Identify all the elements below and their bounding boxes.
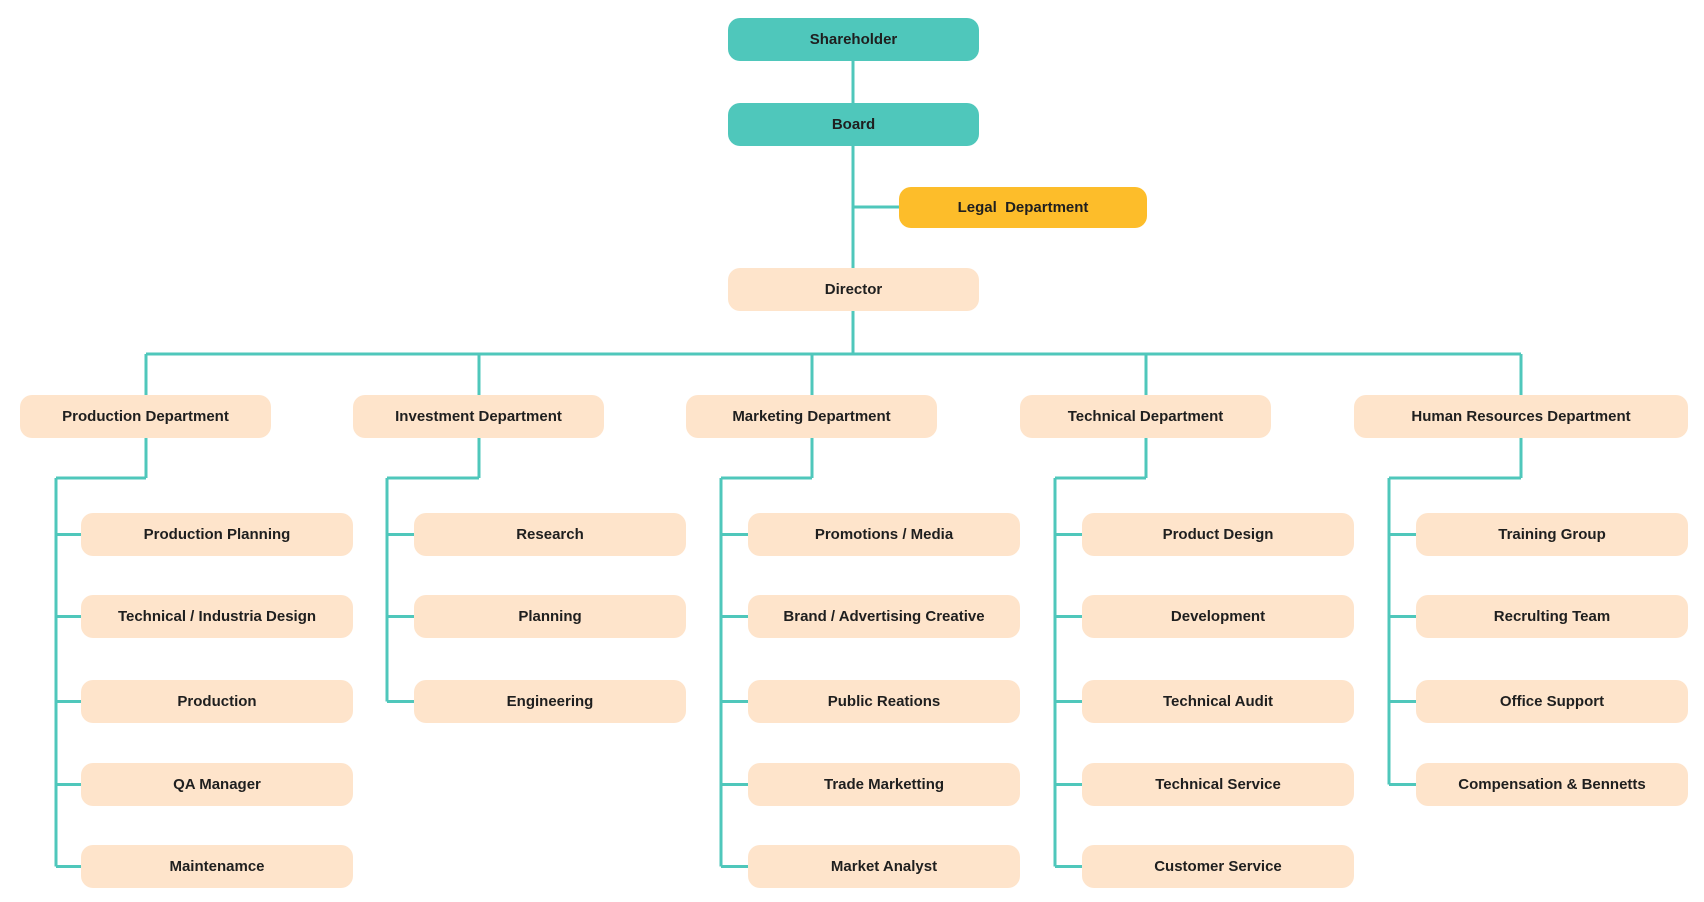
node-team[interactable]: Planning [414,595,686,638]
node-team[interactable]: Recrulting Team [1416,595,1688,638]
node-department[interactable]: Technical Department [1020,395,1271,438]
node-label: Shareholder [809,31,898,48]
node-label: Human Resources Department [1411,408,1631,425]
node-label: Office Support [1499,693,1605,710]
node-team[interactable]: Public Reations [748,680,1020,723]
node-team[interactable]: Development [1082,595,1354,638]
node-team[interactable]: Training Group [1416,513,1688,556]
node-label: Board [831,116,876,133]
node-team[interactable]: QA Manager [81,763,353,806]
node-label: Customer Service [1154,858,1282,875]
node-label: Compensation & Bennetts [1458,776,1646,793]
node-label: Brand / Advertising Creative [783,608,985,625]
node-team[interactable]: Production [81,680,353,723]
node-label: Training Group [1498,526,1606,543]
node-label: Promotions / Media [814,526,954,543]
node-team[interactable]: Technical / Industria Design [81,595,353,638]
node-label: Technical / Industria Design [117,608,317,625]
node-team[interactable]: Maintenamce [81,845,353,888]
node-label: Production Department [62,408,229,425]
node-label: Marketing Department [732,408,891,425]
node-label: Market Analyst [830,858,938,875]
node-team[interactable]: Technical Audit [1082,680,1354,723]
node-department[interactable]: Human Resources Department [1354,395,1688,438]
node-department[interactable]: Investment Department [353,395,604,438]
node-team[interactable]: Production Planning [81,513,353,556]
node-shareholder[interactable]: Shareholder [728,18,979,61]
node-team[interactable]: Product Design [1082,513,1354,556]
node-label: Recrulting Team [1493,608,1611,625]
node-label: Technical Department [1067,408,1224,425]
node-team[interactable]: Research [414,513,686,556]
node-label: Maintenamce [169,858,265,875]
node-label: Production Planning [143,526,291,543]
node-department[interactable]: Production Department [20,395,271,438]
node-team[interactable]: Office Support [1416,680,1688,723]
node-label: Planning [518,608,582,625]
node-label: Research [516,526,584,543]
node-team[interactable]: Market Analyst [748,845,1020,888]
node-label: Technical Audit [1162,693,1273,710]
node-department[interactable]: Marketing Department [686,395,937,438]
node-team[interactable]: Brand / Advertising Creative [748,595,1020,638]
node-team[interactable]: Compensation & Bennetts [1416,763,1688,806]
node-team[interactable]: Engineering [414,680,686,723]
node-label: Public Reations [827,693,941,710]
org-chart: Shareholder Board Legal Department Direc… [0,0,1704,902]
node-label: Development [1170,608,1266,625]
node-team[interactable]: Trade Marketting [748,763,1020,806]
node-label: QA Manager [173,776,261,793]
node-team[interactable]: Promotions / Media [748,513,1020,556]
node-label: Production [177,693,257,710]
node-team[interactable]: Customer Service [1082,845,1354,888]
node-label: Investment Department [395,408,562,425]
node-label: Trade Marketting [823,776,945,793]
node-legal-department[interactable]: Legal Department [899,187,1147,228]
node-board[interactable]: Board [728,103,979,146]
node-label: Director [824,281,883,298]
node-label: Legal Department [957,199,1089,216]
node-director[interactable]: Director [728,268,979,311]
node-label: Technical Service [1155,776,1281,793]
node-label: Product Design [1162,526,1274,543]
node-label: Engineering [506,693,594,710]
node-team[interactable]: Technical Service [1082,763,1354,806]
